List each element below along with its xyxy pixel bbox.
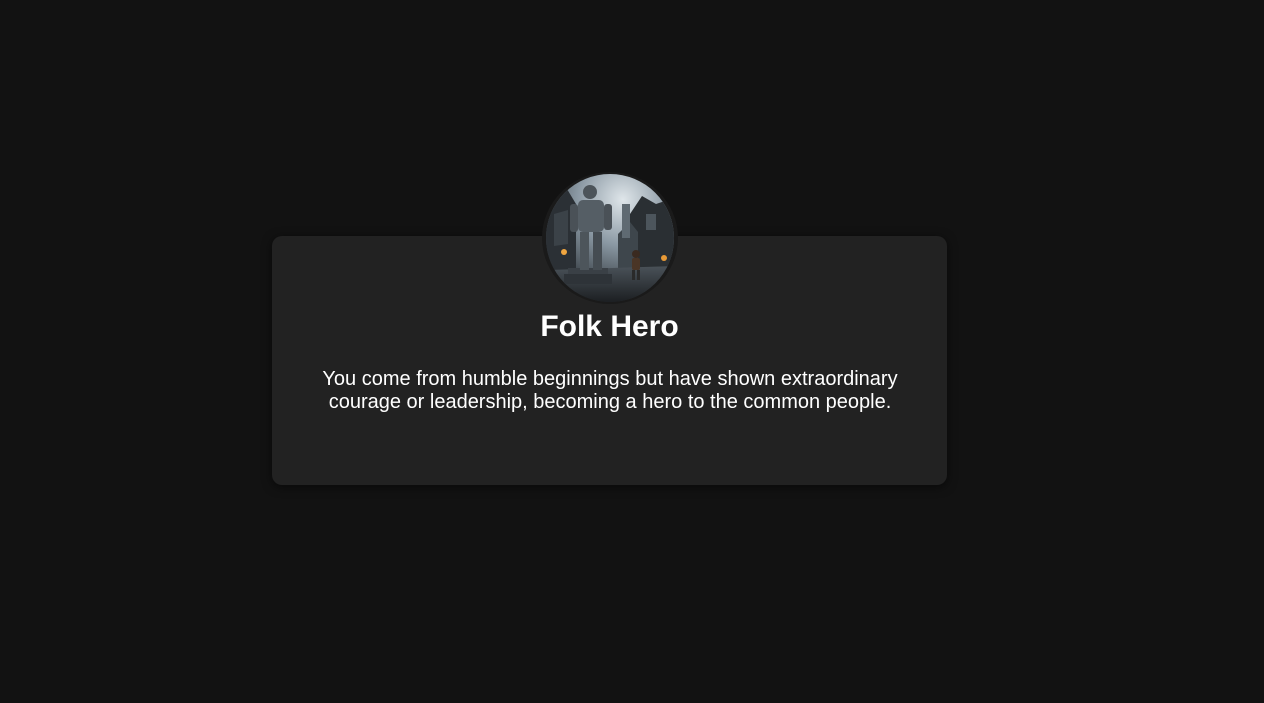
avatar	[542, 172, 678, 304]
card-title: Folk Hero	[540, 310, 679, 343]
card-description: You come from humble beginnings but have…	[322, 368, 898, 413]
page: Folk Hero You come from humble beginning…	[0, 0, 1264, 703]
hero-portrait-icon	[546, 174, 674, 302]
